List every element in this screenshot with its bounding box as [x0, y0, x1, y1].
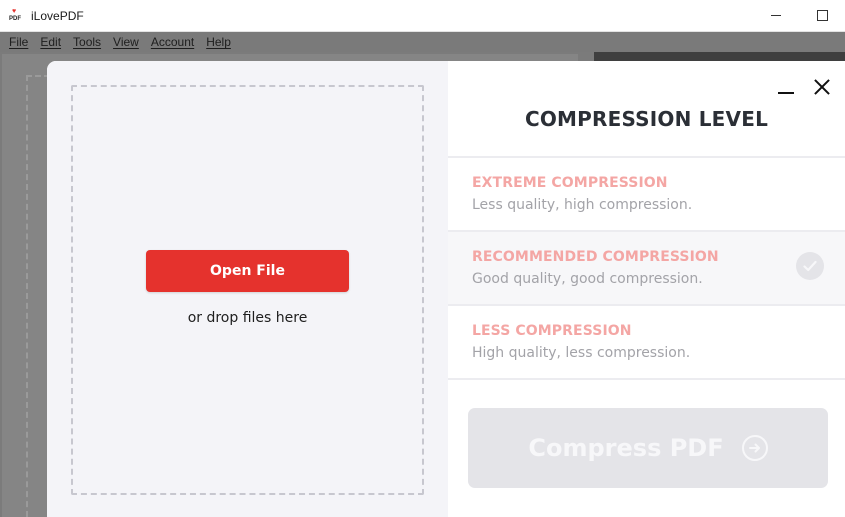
- menu-edit[interactable]: Edit: [40, 35, 61, 49]
- menu-help[interactable]: Help: [206, 35, 231, 49]
- check-icon: [796, 252, 824, 280]
- drop-files-hint: or drop files here: [187, 310, 308, 326]
- close-icon[interactable]: [814, 79, 830, 95]
- compression-panel: COMPRESSION LEVEL EXTREME COMPRESSION Le…: [448, 61, 845, 517]
- window-controls: [753, 0, 845, 31]
- option-description: High quality, less compression.: [472, 345, 691, 361]
- menu-tools[interactable]: Tools: [73, 35, 101, 49]
- menu-account[interactable]: Account: [151, 35, 194, 49]
- menu-file[interactable]: File: [9, 35, 28, 49]
- minimize-icon: [771, 15, 781, 16]
- arrow-right-icon: [741, 435, 768, 461]
- open-file-button[interactable]: Open File: [146, 250, 349, 292]
- title-bar: ♥ PDF iLovePDF: [0, 0, 845, 32]
- app-logo-icon: ♥ PDF: [9, 7, 21, 22]
- option-description: Less quality, high compression.: [472, 197, 693, 213]
- window-title: iLovePDF: [31, 8, 84, 23]
- option-less-compression[interactable]: LESS COMPRESSION High quality, less comp…: [448, 304, 845, 378]
- compress-modal: Open File or drop files here COMPRESSION…: [47, 61, 845, 517]
- maximize-window-button[interactable]: [799, 0, 845, 31]
- option-title: RECOMMENDED COMPRESSION: [472, 249, 719, 265]
- menu-view[interactable]: View: [113, 35, 139, 49]
- maximize-icon: [816, 10, 828, 21]
- panel-title: COMPRESSION LEVEL: [524, 107, 769, 131]
- option-description: Good quality, good compression.: [472, 271, 703, 287]
- compress-pdf-label: Compress PDF: [528, 434, 724, 462]
- option-extreme-compression[interactable]: EXTREME COMPRESSION Less quality, high c…: [448, 156, 845, 230]
- upload-panel: Open File or drop files here: [47, 61, 448, 517]
- menu-bar: File Edit Tools View Account Help: [0, 32, 845, 52]
- compress-pdf-button[interactable]: Compress PDF: [468, 408, 828, 488]
- minimize-window-button[interactable]: [753, 0, 799, 31]
- minimize-icon[interactable]: [778, 81, 794, 97]
- option-recommended-compression[interactable]: RECOMMENDED COMPRESSION Good quality, go…: [448, 230, 845, 304]
- option-title: LESS COMPRESSION: [472, 323, 632, 339]
- divider: [448, 378, 845, 380]
- option-title: EXTREME COMPRESSION: [472, 175, 668, 191]
